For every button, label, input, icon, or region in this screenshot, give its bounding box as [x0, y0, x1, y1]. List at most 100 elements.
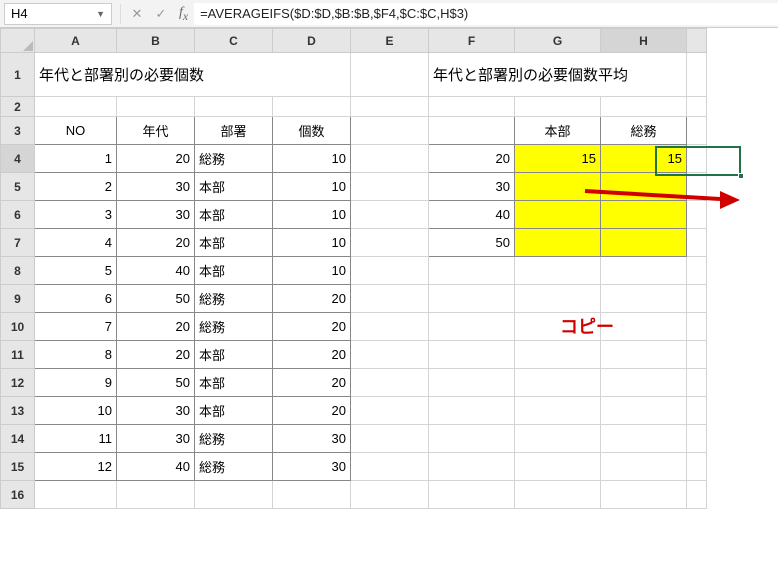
cell-I16[interactable]: [687, 481, 707, 509]
cell-A12[interactable]: 9: [35, 369, 117, 397]
row-header-7[interactable]: 7: [1, 229, 35, 257]
cell-C4[interactable]: 総務: [195, 145, 273, 173]
row-header-11[interactable]: 11: [1, 341, 35, 369]
col-header-B[interactable]: B: [117, 29, 195, 53]
cell-B16[interactable]: [117, 481, 195, 509]
cell-A16[interactable]: [35, 481, 117, 509]
cell-G3[interactable]: 本部: [515, 117, 601, 145]
cell-F16[interactable]: [429, 481, 515, 509]
col-header-A[interactable]: A: [35, 29, 117, 53]
cell-E11[interactable]: [351, 341, 429, 369]
row-header-14[interactable]: 14: [1, 425, 35, 453]
cell-G9[interactable]: [515, 285, 601, 313]
cell-H7[interactable]: [601, 229, 687, 257]
cell-I9[interactable]: [687, 285, 707, 313]
cell-H8[interactable]: [601, 257, 687, 285]
cell-E14[interactable]: [351, 425, 429, 453]
name-box[interactable]: H4 ▼: [4, 3, 112, 25]
cell-B12[interactable]: 50: [117, 369, 195, 397]
cell-H9[interactable]: [601, 285, 687, 313]
cell-I13[interactable]: [687, 397, 707, 425]
cell-H12[interactable]: [601, 369, 687, 397]
cell-H4[interactable]: 15: [601, 145, 687, 173]
row-header-5[interactable]: 5: [1, 173, 35, 201]
cell-C8[interactable]: 本部: [195, 257, 273, 285]
row-header-1[interactable]: 1: [1, 53, 35, 97]
cell-E12[interactable]: [351, 369, 429, 397]
row-header-6[interactable]: 6: [1, 201, 35, 229]
cell-F2[interactable]: [429, 97, 515, 117]
cell-H15[interactable]: [601, 453, 687, 481]
cell-F11[interactable]: [429, 341, 515, 369]
cell-I5[interactable]: [687, 173, 707, 201]
cell-D8[interactable]: 10: [273, 257, 351, 285]
col-header-H[interactable]: H: [601, 29, 687, 53]
cell-G12[interactable]: [515, 369, 601, 397]
cell-H10[interactable]: [601, 313, 687, 341]
cell-A6[interactable]: 3: [35, 201, 117, 229]
cell-E15[interactable]: [351, 453, 429, 481]
cancel-icon[interactable]: ✕: [125, 3, 149, 25]
dropdown-icon[interactable]: ▼: [96, 9, 105, 19]
cell-A9[interactable]: 6: [35, 285, 117, 313]
cell-I11[interactable]: [687, 341, 707, 369]
row-header-4[interactable]: 4: [1, 145, 35, 173]
cell-B3[interactable]: 年代: [117, 117, 195, 145]
cell-G10[interactable]: [515, 313, 601, 341]
grid[interactable]: A B C D E F G H 1 年代と部署別の必要個数 年代と部署別の必要個…: [0, 28, 707, 509]
cell-I6[interactable]: [687, 201, 707, 229]
cell-I15[interactable]: [687, 453, 707, 481]
cell-G15[interactable]: [515, 453, 601, 481]
cell-F5[interactable]: 30: [429, 173, 515, 201]
cell-G11[interactable]: [515, 341, 601, 369]
cell-E8[interactable]: [351, 257, 429, 285]
cell-B7[interactable]: 20: [117, 229, 195, 257]
cell-G7[interactable]: [515, 229, 601, 257]
cell-H2[interactable]: [601, 97, 687, 117]
cell-F3[interactable]: [429, 117, 515, 145]
row-header-10[interactable]: 10: [1, 313, 35, 341]
cell-G8[interactable]: [515, 257, 601, 285]
cell-F13[interactable]: [429, 397, 515, 425]
cell-H5[interactable]: [601, 173, 687, 201]
row-header-3[interactable]: 3: [1, 117, 35, 145]
row-header-9[interactable]: 9: [1, 285, 35, 313]
cell-E1[interactable]: [351, 53, 429, 97]
cell-H3[interactable]: 総務: [601, 117, 687, 145]
cell-F10[interactable]: [429, 313, 515, 341]
cell-D13[interactable]: 20: [273, 397, 351, 425]
cell-B15[interactable]: 40: [117, 453, 195, 481]
col-header-E[interactable]: E: [351, 29, 429, 53]
cell-A5[interactable]: 2: [35, 173, 117, 201]
cell-I4[interactable]: [687, 145, 707, 173]
cell-E2[interactable]: [351, 97, 429, 117]
select-all-corner[interactable]: [1, 29, 35, 53]
cell-D11[interactable]: 20: [273, 341, 351, 369]
cell-I2[interactable]: [687, 97, 707, 117]
cell-D12[interactable]: 20: [273, 369, 351, 397]
col-header-extra[interactable]: [687, 29, 707, 53]
cell-C16[interactable]: [195, 481, 273, 509]
cell-C11[interactable]: 本部: [195, 341, 273, 369]
cell-B14[interactable]: 30: [117, 425, 195, 453]
cell-E4[interactable]: [351, 145, 429, 173]
row-header-16[interactable]: 16: [1, 481, 35, 509]
cell-C9[interactable]: 総務: [195, 285, 273, 313]
col-header-G[interactable]: G: [515, 29, 601, 53]
cell-A8[interactable]: 5: [35, 257, 117, 285]
cell-G4[interactable]: 15: [515, 145, 601, 173]
cell-C7[interactable]: 本部: [195, 229, 273, 257]
cell-H6[interactable]: [601, 201, 687, 229]
cell-A7[interactable]: 4: [35, 229, 117, 257]
cell-A14[interactable]: 11: [35, 425, 117, 453]
cell-G2[interactable]: [515, 97, 601, 117]
cell-I8[interactable]: [687, 257, 707, 285]
cell-C13[interactable]: 本部: [195, 397, 273, 425]
cell-B5[interactable]: 30: [117, 173, 195, 201]
cell-F1[interactable]: 年代と部署別の必要個数平均: [429, 53, 687, 97]
cell-E3[interactable]: [351, 117, 429, 145]
cell-F6[interactable]: 40: [429, 201, 515, 229]
cell-B9[interactable]: 50: [117, 285, 195, 313]
col-header-C[interactable]: C: [195, 29, 273, 53]
cell-G16[interactable]: [515, 481, 601, 509]
